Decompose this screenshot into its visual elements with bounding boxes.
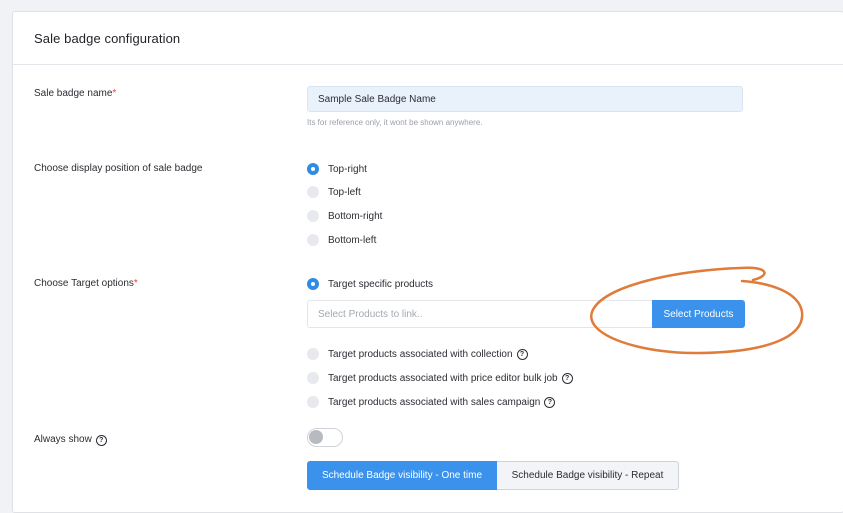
- radio-button-checked[interactable]: [307, 163, 319, 175]
- radio-option-bottom-right[interactable]: Bottom-right: [307, 209, 382, 223]
- target-label-text: Choose Target options: [34, 278, 134, 289]
- product-search-input[interactable]: [307, 300, 652, 328]
- radio-button[interactable]: [307, 372, 319, 384]
- radio-target-sales-campaign[interactable]: Target products associated with sales ca…: [307, 395, 556, 409]
- schedule-repeat-button[interactable]: Schedule Badge visibility - Repeat: [497, 461, 679, 490]
- toggle-knob: [309, 430, 323, 444]
- card-header: Sale badge configuration: [13, 12, 843, 65]
- help-icon[interactable]: ?: [544, 396, 556, 408]
- target-label: Choose Target options*: [34, 278, 138, 289]
- badge-name-label: Sale badge name*: [34, 88, 116, 99]
- help-icon[interactable]: ?: [561, 372, 573, 384]
- radio-option-bottom-left[interactable]: Bottom-left: [307, 233, 376, 247]
- always-show-toggle[interactable]: [307, 428, 343, 447]
- radio-target-collection[interactable]: Target products associated with collecti…: [307, 347, 528, 361]
- radio-target-bulk-job[interactable]: Target products associated with price ed…: [307, 371, 573, 385]
- radio-label: Target specific products: [328, 278, 434, 290]
- help-icon[interactable]: ?: [516, 348, 528, 360]
- schedule-one-time-button[interactable]: Schedule Badge visibility - One time: [307, 461, 497, 490]
- radio-label: Bottom-left: [328, 234, 377, 246]
- radio-option-top-right[interactable]: Top-right: [307, 162, 367, 176]
- radio-label: Top-left: [328, 186, 361, 198]
- card-title: Sale badge configuration: [34, 31, 181, 46]
- sale-badge-config-card: Sale badge configuration Sale badge name…: [12, 11, 843, 513]
- radio-label: Bottom-right: [328, 210, 383, 222]
- select-products-button[interactable]: Select Products: [652, 300, 745, 328]
- required-mark: *: [112, 88, 117, 99]
- badge-name-label-text: Sale badge name: [34, 88, 113, 99]
- badge-name-input[interactable]: [307, 86, 743, 112]
- always-show-label-text: Always show: [34, 434, 92, 445]
- position-label: Choose display position of sale badge: [34, 163, 203, 174]
- radio-label: Target products associated with collecti…: [328, 348, 513, 360]
- radio-button-checked[interactable]: [307, 278, 319, 290]
- always-show-label: Always show?: [34, 434, 107, 446]
- radio-button[interactable]: [307, 396, 319, 408]
- radio-label: Top-right: [328, 163, 367, 175]
- radio-button[interactable]: [307, 186, 319, 198]
- radio-button[interactable]: [307, 348, 319, 360]
- radio-label: Target products associated with sales ca…: [328, 396, 541, 408]
- radio-button[interactable]: [307, 234, 319, 246]
- radio-target-specific[interactable]: Target specific products: [307, 277, 433, 291]
- required-mark: *: [133, 278, 138, 289]
- help-icon[interactable]: ?: [95, 435, 107, 446]
- radio-option-top-left[interactable]: Top-left: [307, 185, 361, 199]
- radio-button[interactable]: [307, 210, 319, 222]
- radio-label: Target products associated with price ed…: [328, 372, 558, 384]
- badge-name-hint: Its for reference only, it wont be shown…: [307, 118, 483, 127]
